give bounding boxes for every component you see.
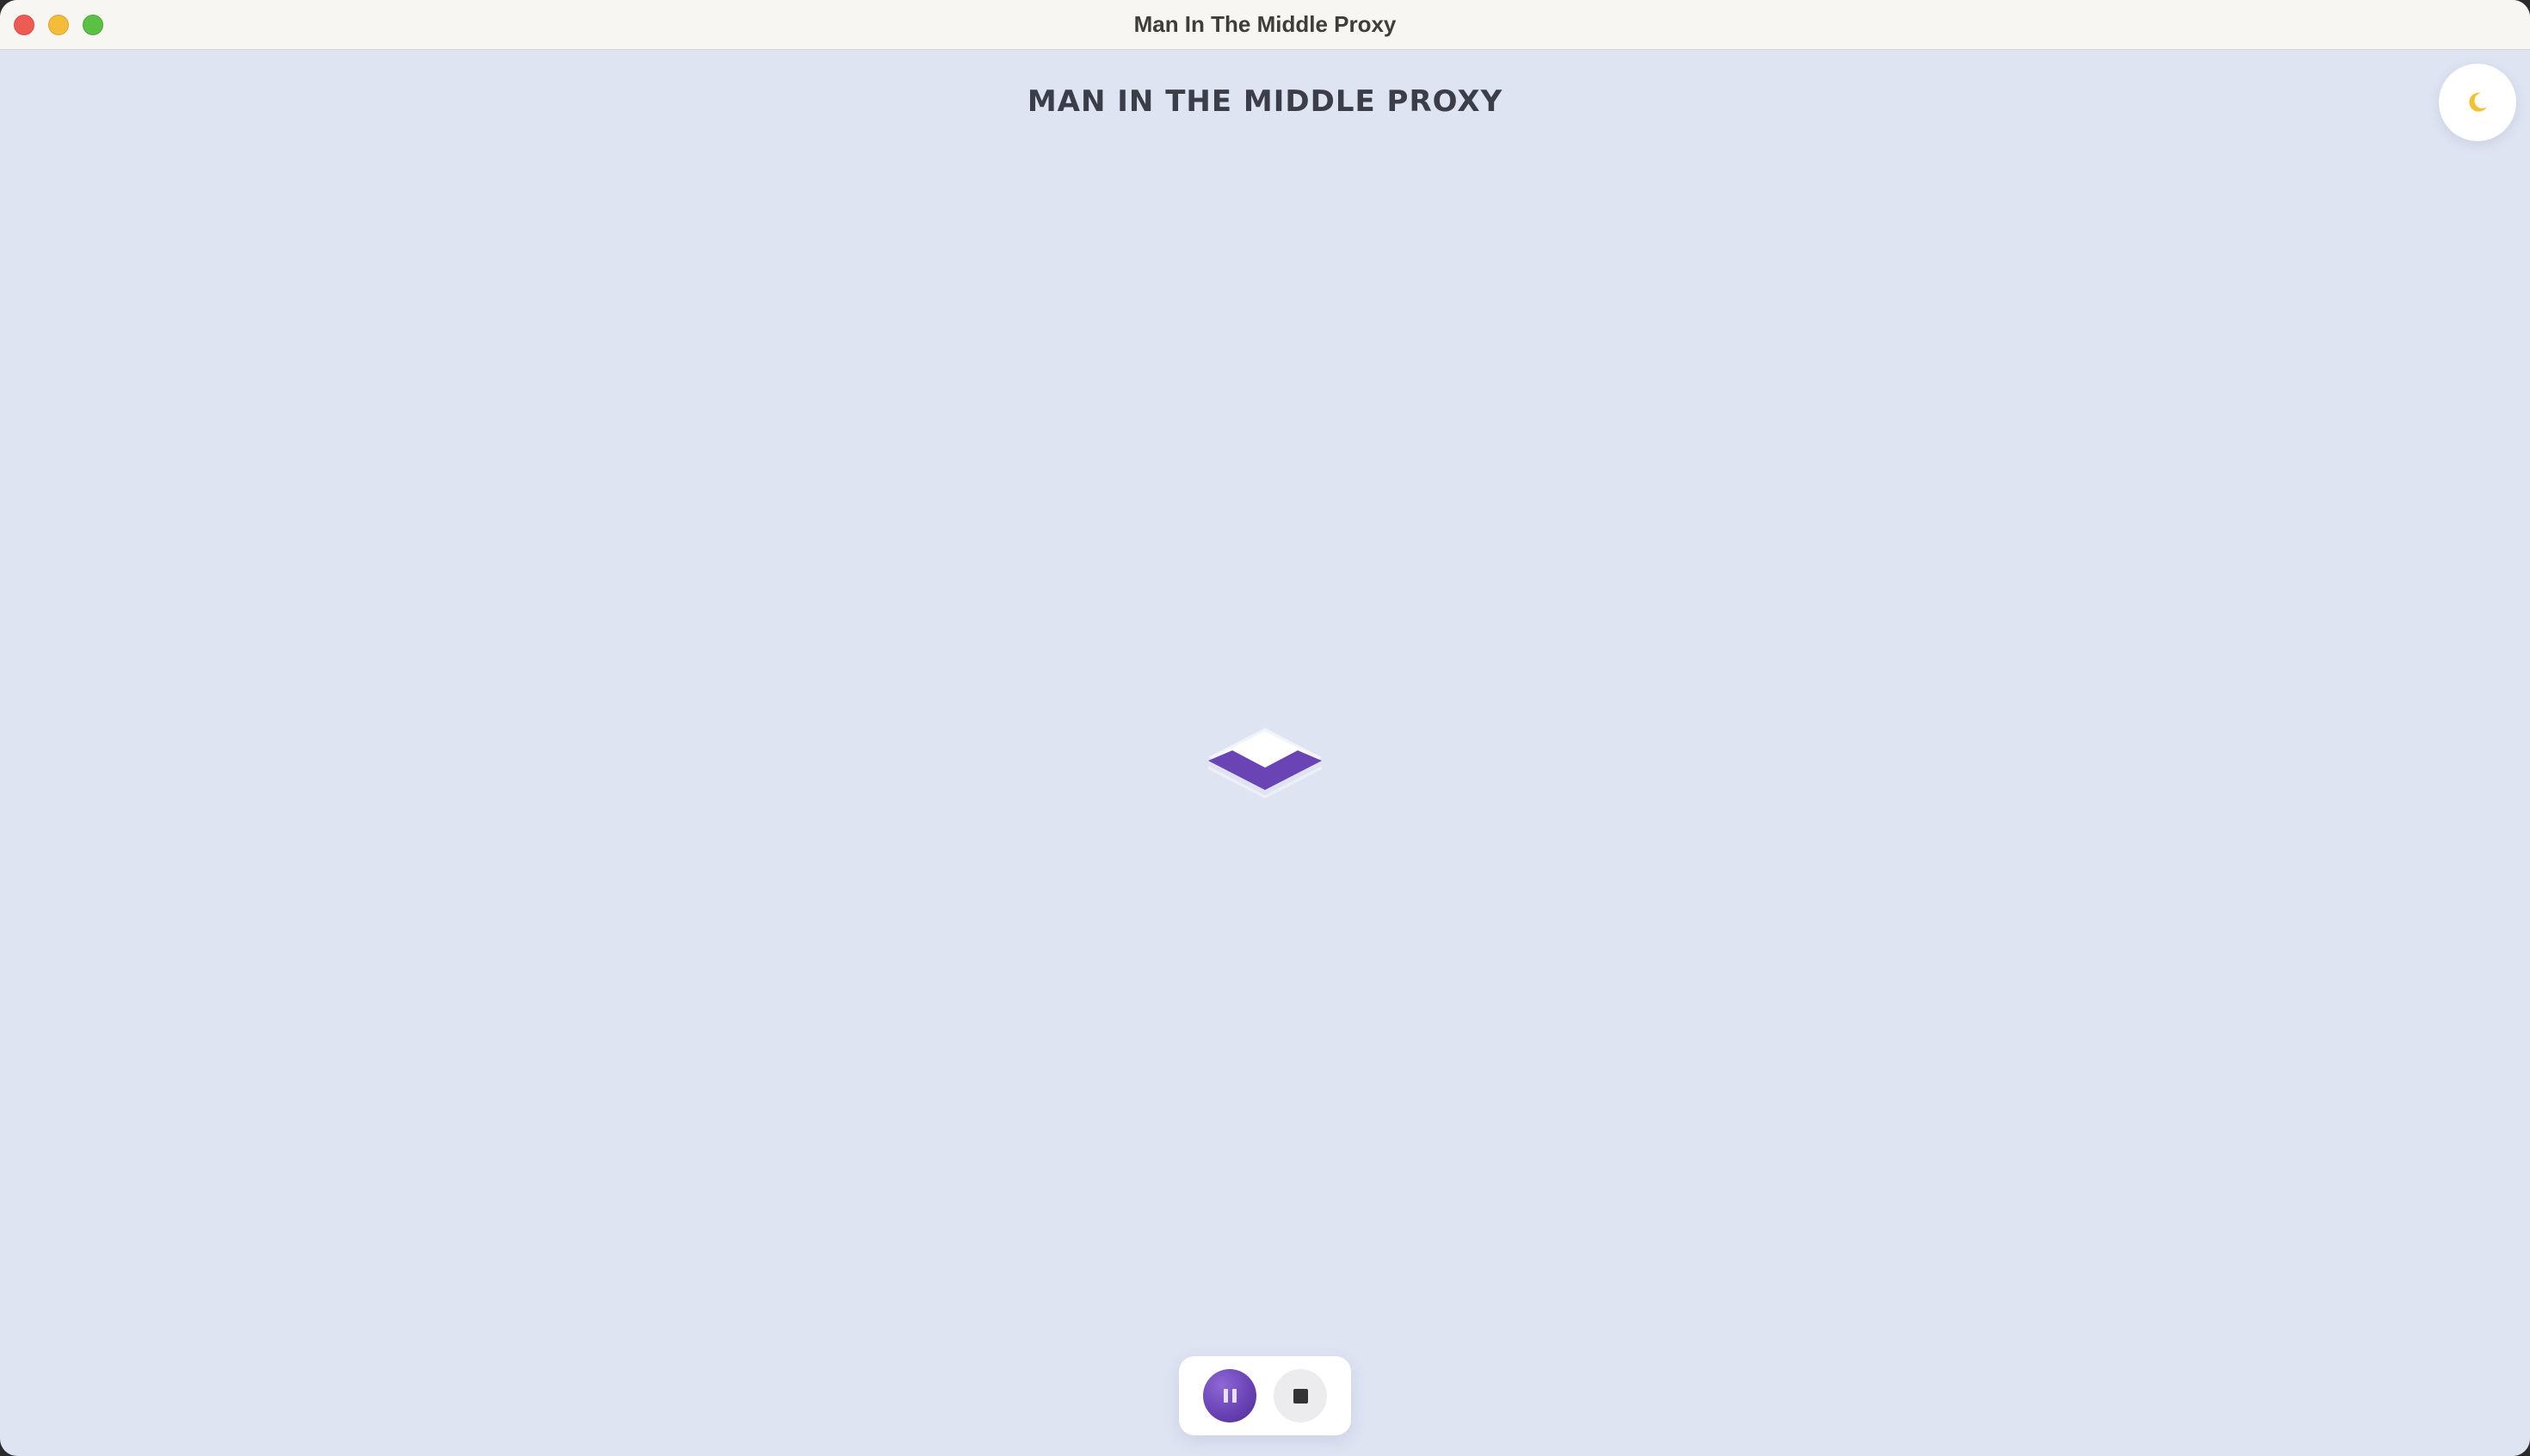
playback-controls [1179,1356,1351,1435]
layers-icon [1208,728,1322,799]
stop-icon [1293,1388,1308,1404]
pause-icon [1223,1389,1237,1403]
app-window: Man In The Middle Proxy MAN IN THE MIDDL… [0,0,2530,1456]
main-content: MAN IN THE MIDDLE PROXY [0,50,2530,1456]
page-title: MAN IN THE MIDDLE PROXY [1027,84,1503,119]
theme-toggle-button[interactable] [2439,64,2516,141]
title-bar: Man In The Middle Proxy [0,0,2530,50]
window-title: Man In The Middle Proxy [1133,11,1397,37]
pause-button[interactable] [1203,1369,1256,1422]
moon-icon [2469,92,2487,112]
stop-button[interactable] [1274,1369,1327,1422]
